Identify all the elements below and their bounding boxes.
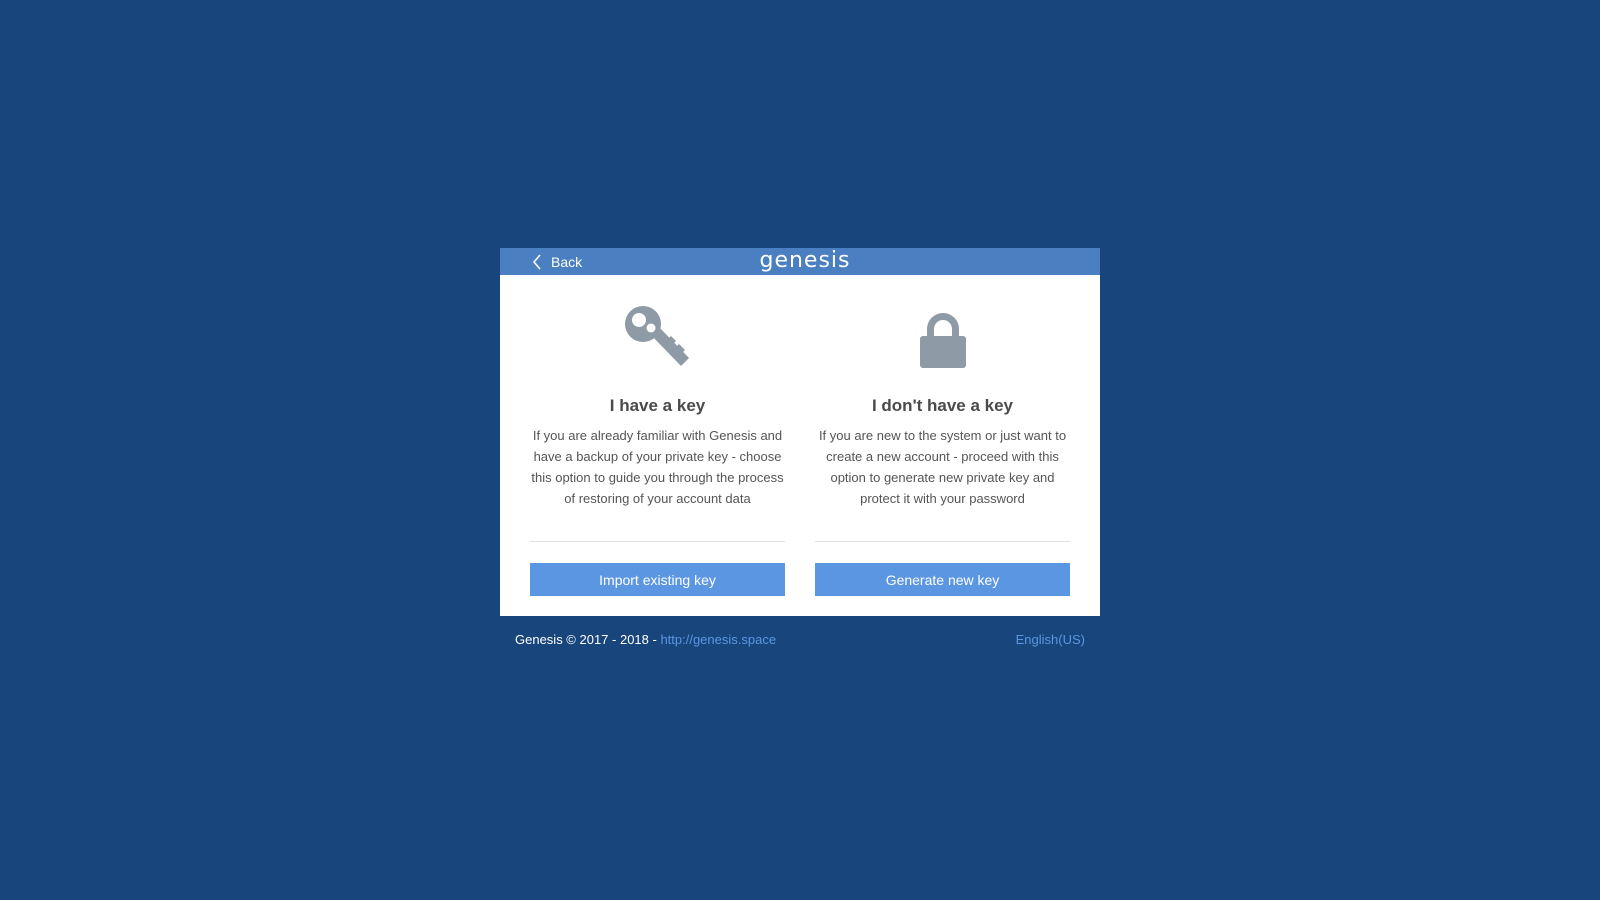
key-icon	[623, 304, 693, 375]
website-link[interactable]: http://genesis.space	[660, 632, 776, 647]
generate-new-key-button[interactable]: Generate new key	[815, 563, 1070, 596]
panel-description: If you are new to the system or just wan…	[818, 428, 1067, 506]
welcome-dialog: Back genesis I have a key If you are alr…	[500, 248, 1100, 616]
copyright-text: Genesis © 2017 - 2018 -	[515, 632, 661, 647]
panel-icon-wrap	[815, 275, 1070, 375]
dialog-header: Back genesis	[500, 248, 1100, 275]
panel-title: I have a key	[609, 396, 706, 415]
language-selector[interactable]: English(US)	[1016, 632, 1085, 647]
lock-icon	[918, 312, 968, 375]
genesis-logo: genesis	[759, 248, 851, 273]
options-panels: I have a key If you are already familiar…	[500, 275, 1100, 596]
footer-copyright: Genesis © 2017 - 2018 - http://genesis.s…	[515, 632, 776, 647]
import-existing-key-button[interactable]: Import existing key	[530, 563, 785, 596]
panel-description: If you are already familiar with Genesis…	[531, 428, 784, 506]
divider	[530, 541, 785, 542]
no-key-panel: I don't have a key If you are new to the…	[815, 275, 1070, 596]
footer: Genesis © 2017 - 2018 - http://genesis.s…	[515, 632, 1085, 647]
panel-icon-wrap	[530, 275, 785, 375]
panel-title: I don't have a key	[871, 396, 1014, 415]
divider	[815, 541, 1070, 542]
have-key-panel: I have a key If you are already familiar…	[530, 275, 785, 596]
